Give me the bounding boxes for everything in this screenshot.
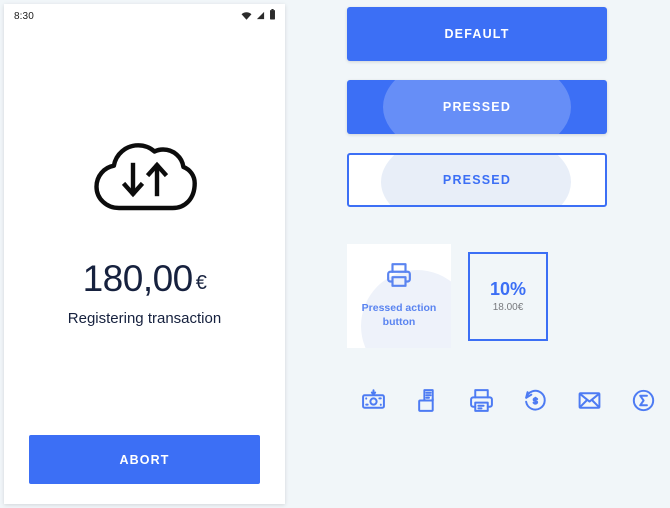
cloud-sync-icon	[4, 132, 285, 216]
wifi-icon	[241, 7, 252, 25]
printer-icon-button[interactable]	[461, 382, 501, 422]
abort-button[interactable]: ABORT	[29, 435, 260, 484]
pressed-action-button-label: Pressed action button	[361, 302, 437, 328]
tip-amount-value: 18.00€	[492, 301, 524, 313]
receipt-printer-icon-button[interactable]	[407, 382, 447, 422]
transaction-status-text: Registering transaction	[67, 310, 222, 327]
amount-number: 180,00	[82, 258, 194, 299]
signal-icon	[256, 7, 265, 25]
component-showcase-panel: DEFAULT PRESSED PRESSED Pressed action b…	[347, 0, 670, 508]
printer-icon	[386, 262, 412, 293]
cash-deposit-icon-button[interactable]	[353, 382, 393, 422]
transaction-amount-block: 180,00 € Registering transaction	[4, 260, 285, 327]
pressed-filled-button[interactable]: PRESSED	[347, 80, 607, 134]
refund-icon	[523, 388, 548, 416]
cash-deposit-icon	[361, 388, 386, 416]
currency-symbol: €	[195, 272, 207, 294]
phone-screen-body: 180,00 € Registering transaction ABORT	[4, 28, 285, 504]
pressed-action-button-card[interactable]: Pressed action button	[347, 244, 451, 348]
battery-icon	[269, 7, 276, 25]
status-bar-time: 8:30	[14, 10, 34, 22]
action-icon-row	[353, 382, 663, 422]
receipt-printer-icon	[415, 388, 440, 416]
printer-icon	[469, 388, 494, 416]
email-icon-button[interactable]	[569, 382, 609, 422]
email-icon	[577, 388, 602, 416]
status-bar: 8:30	[4, 4, 285, 28]
pressed-filled-button-label: PRESSED	[442, 100, 512, 114]
phone-mockup: 8:30 180,00 € Registering transaction AB…	[4, 4, 285, 504]
status-bar-icons	[241, 7, 276, 25]
transaction-amount: 180,00 €	[4, 260, 285, 297]
pressed-outline-button-label: PRESSED	[442, 173, 512, 187]
sum-sigma-icon	[631, 388, 656, 416]
tip-percent-value: 10%	[489, 279, 527, 300]
sum-sigma-icon-button[interactable]	[623, 382, 663, 422]
default-button[interactable]: DEFAULT	[347, 7, 607, 61]
refund-icon-button[interactable]	[515, 382, 555, 422]
pressed-outline-button[interactable]: PRESSED	[347, 153, 607, 207]
default-button-label: DEFAULT	[444, 27, 510, 41]
tip-percentage-card[interactable]: 10% 18.00€	[468, 252, 548, 341]
